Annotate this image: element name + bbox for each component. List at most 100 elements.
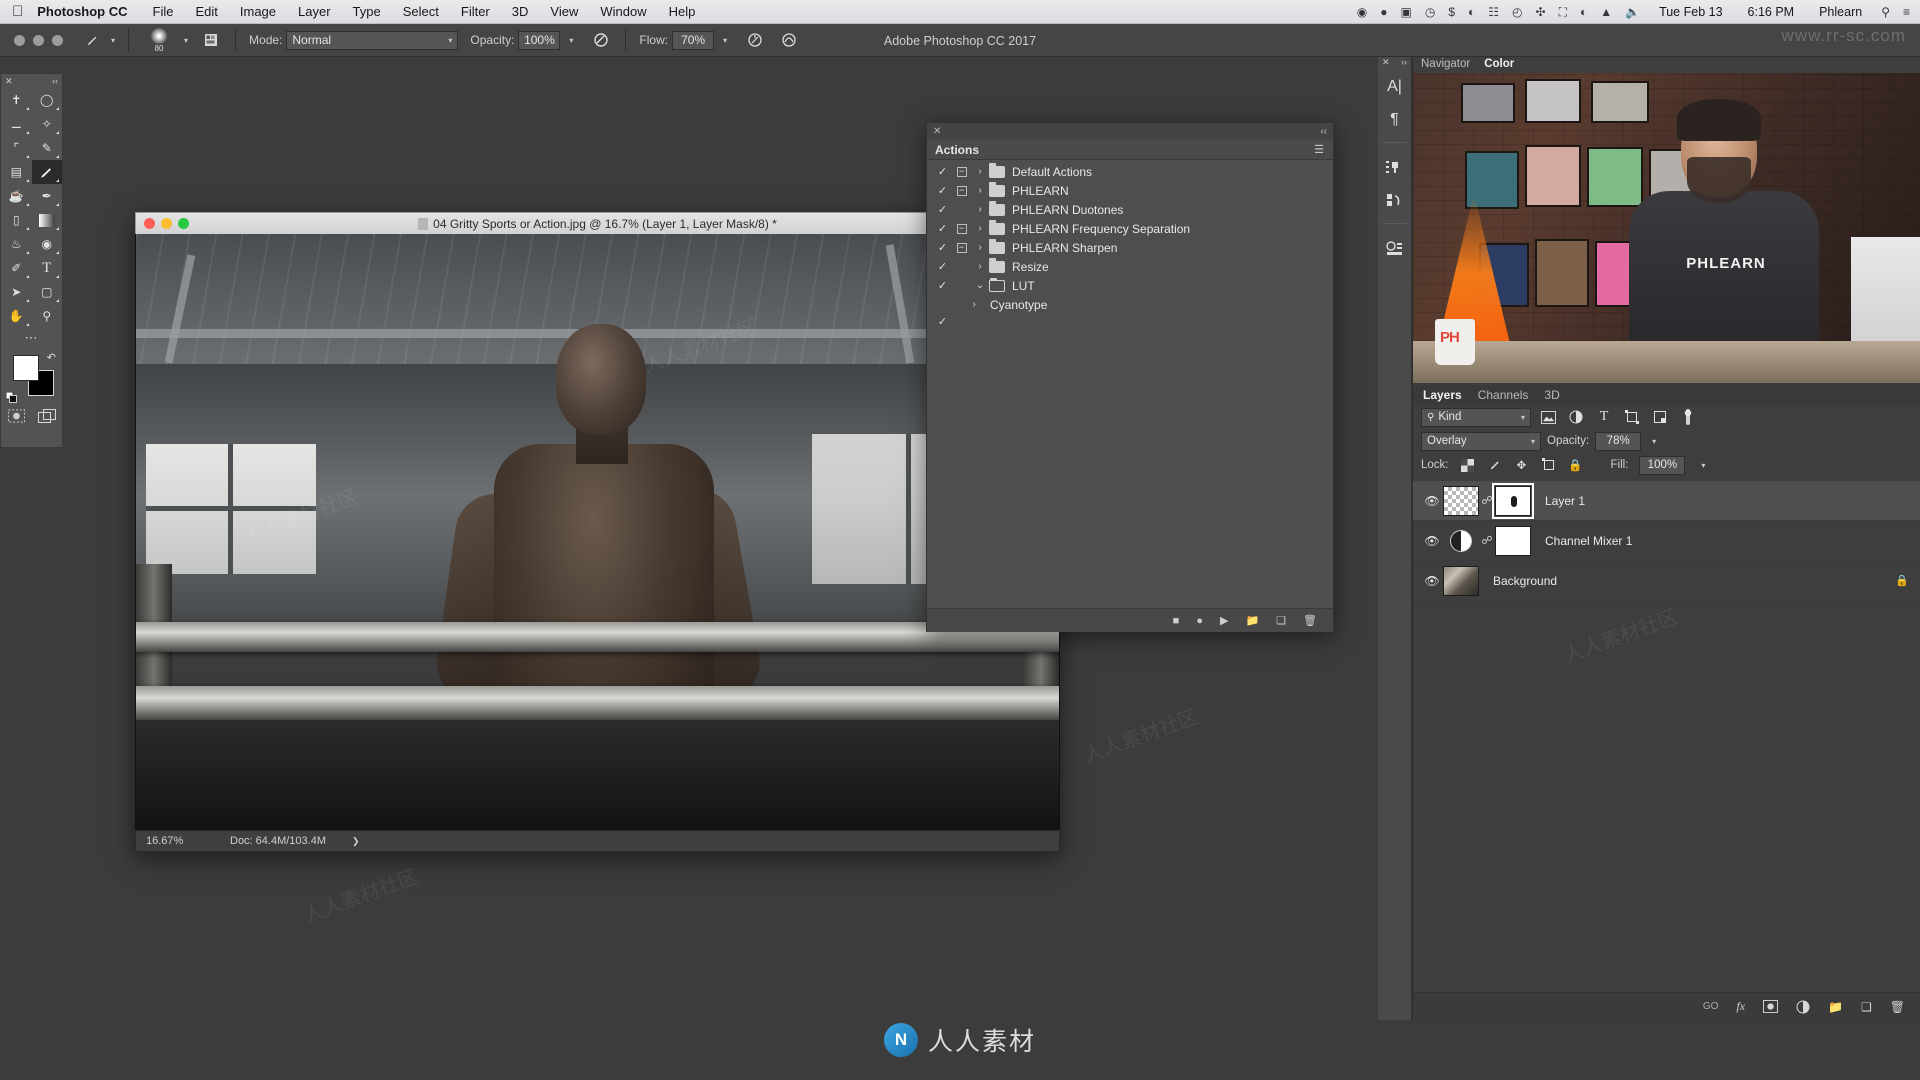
crop-tool[interactable]: ⌜	[1, 136, 32, 160]
menu-time[interactable]: 6:16 PM	[1742, 5, 1801, 19]
action-toggle-checkbox[interactable]: ✓	[933, 279, 952, 292]
close-icon[interactable]: ✕	[5, 76, 13, 87]
info-icon[interactable]	[1381, 234, 1409, 264]
dropbox-icon[interactable]: ◉	[1357, 6, 1367, 18]
menu-item-3d[interactable]: 3D	[501, 4, 540, 19]
layer-name[interactable]: Channel Mixer 1	[1531, 534, 1632, 548]
action-set-row[interactable]: ✓ − › PHLEARN Sharpen	[927, 238, 1333, 257]
eyedropper-tool[interactable]: ✎	[32, 136, 63, 160]
layer-visibility-icon[interactable]: 👁	[1421, 494, 1443, 508]
new-adjustment-icon[interactable]	[1796, 1000, 1810, 1014]
action-set-row[interactable]: ✓ › PHLEARN Duotones	[927, 200, 1333, 219]
lock-artboard-icon[interactable]	[1541, 456, 1557, 474]
layer-mask-thumbnail[interactable]	[1492, 482, 1534, 519]
layer-mask-thumbnail[interactable]	[1495, 525, 1531, 556]
chevron-down-icon[interactable]: ▾	[180, 36, 188, 45]
layer-visibility-icon[interactable]: 👁	[1421, 574, 1443, 588]
action-toggle-checkbox[interactable]: ✓	[933, 203, 952, 216]
menu-item-image[interactable]: Image	[229, 4, 287, 19]
close-button[interactable]	[144, 218, 155, 229]
menu-date[interactable]: Tue Feb 13	[1653, 5, 1728, 19]
tab-navigator[interactable]: Navigator	[1421, 58, 1470, 70]
record-icon[interactable]: ●	[1196, 615, 1203, 627]
action-dialog-toggle[interactable]: −	[952, 185, 971, 196]
brush-tool-preset[interactable]: ▾	[75, 29, 121, 51]
fill-input[interactable]: 100%	[1639, 455, 1686, 475]
action-toggle-checkbox[interactable]: ✓	[933, 260, 952, 273]
display-icon[interactable]: ▣	[1400, 6, 1411, 18]
minimize-button[interactable]	[33, 34, 44, 46]
chevron-down-icon[interactable]: ▾	[107, 36, 115, 45]
clone-stamp-tool[interactable]: ☕	[1, 184, 32, 208]
document-window-controls[interactable]	[136, 218, 189, 229]
action-toggle-checkbox[interactable]: ✓	[933, 315, 952, 328]
path-selection-tool[interactable]: ➤	[1, 280, 32, 304]
grid-icon[interactable]: ☷	[1488, 6, 1499, 18]
clock-icon[interactable]: ◴	[1512, 6, 1522, 18]
delete-icon[interactable]: 🗑	[1303, 614, 1317, 627]
menu-item-view[interactable]: View	[539, 4, 589, 19]
layer-thumbnail[interactable]	[1443, 485, 1479, 516]
action-row[interactable]: › Cyanotype	[927, 295, 1333, 314]
paragraph-icon[interactable]: ¶	[1381, 105, 1409, 135]
pixel-filter-icon[interactable]	[1537, 407, 1559, 427]
minimize-button[interactable]	[161, 218, 172, 229]
app-window-controls[interactable]	[8, 34, 75, 46]
eject-icon[interactable]: ▲	[1600, 6, 1612, 18]
layer-comps-icon[interactable]	[1381, 153, 1409, 183]
quick-mask-icon[interactable]	[1, 405, 32, 427]
filter-kind-select[interactable]: ⚲ Kind ▾	[1421, 407, 1531, 427]
menu-item-layer[interactable]: Layer	[287, 4, 342, 19]
menu-item-window[interactable]: Window	[589, 4, 657, 19]
type-filter-icon[interactable]: T	[1593, 407, 1615, 427]
adjustment-layer-thumbnail[interactable]	[1450, 529, 1472, 552]
action-set-row[interactable]: ✓ − › PHLEARN Frequency Separation	[927, 219, 1333, 238]
chevron-right-icon[interactable]: ›	[971, 242, 989, 253]
stop-icon[interactable]: ■	[1173, 615, 1180, 627]
layer-name[interactable]: Background	[1479, 574, 1557, 588]
opacity-input[interactable]: 100%	[518, 30, 561, 50]
filter-toggle-icon[interactable]	[1677, 407, 1699, 427]
history-icon[interactable]	[1381, 186, 1409, 216]
action-set-row[interactable]: ✓ ⌄ LUT	[927, 276, 1333, 295]
lock-transparency-icon[interactable]	[1460, 456, 1476, 474]
action-dialog-toggle[interactable]: −	[952, 223, 971, 234]
foreground-color-swatch[interactable]	[13, 355, 39, 381]
zoom-button[interactable]	[52, 34, 63, 46]
magic-wand-tool[interactable]: ✧	[32, 112, 63, 136]
document-canvas[interactable]	[135, 234, 1060, 830]
layer-row[interactable]: 👁 ☍ Channel Mixer 1	[1413, 521, 1920, 561]
chevron-right-icon[interactable]: ›	[971, 223, 989, 234]
menu-user[interactable]: Phlearn	[1813, 5, 1868, 19]
tab-3d[interactable]: 3D	[1544, 388, 1559, 402]
zoom-tool[interactable]: ⚲	[32, 304, 63, 328]
rectangle-tool[interactable]: ▢	[32, 280, 63, 304]
chevron-right-icon[interactable]: ❯	[326, 836, 360, 847]
more-tools-icon[interactable]: ⋯	[1, 328, 62, 349]
type-tool[interactable]: T	[32, 256, 63, 280]
chevron-right-icon[interactable]: ›	[971, 185, 989, 196]
menu-item-help[interactable]: Help	[658, 4, 707, 19]
lock-position-icon[interactable]: ✥	[1514, 456, 1530, 474]
add-mask-icon[interactable]	[1763, 1000, 1778, 1013]
character-icon[interactable]: A|	[1381, 72, 1409, 102]
layer-visibility-icon[interactable]: 👁	[1421, 534, 1443, 548]
collapse-icon[interactable]: ‹‹	[1320, 126, 1327, 137]
menu-item-file[interactable]: File	[142, 4, 185, 19]
link-layers-button[interactable]: GO	[1703, 1001, 1719, 1012]
gradient-tool[interactable]	[32, 208, 63, 232]
blur-tool[interactable]: ♨	[1, 232, 32, 256]
action-toggle-checkbox[interactable]: ✓	[933, 241, 952, 254]
flow-input[interactable]: 70%	[672, 30, 715, 50]
adjustment-filter-icon[interactable]	[1565, 407, 1587, 427]
tab-actions[interactable]: Actions	[935, 143, 979, 157]
action-set-row[interactable]: ✓ − › PHLEARN	[927, 181, 1333, 200]
eraser-tool[interactable]: ▯	[1, 208, 32, 232]
action-toggle-checkbox[interactable]: ✓	[933, 165, 952, 178]
layer-name[interactable]: Layer 1	[1531, 494, 1585, 508]
menu-item-edit[interactable]: Edit	[184, 4, 228, 19]
chevron-down-icon[interactable]: ⌄	[971, 280, 989, 291]
menu-item-type[interactable]: Type	[342, 4, 392, 19]
action-dialog-toggle[interactable]: −	[952, 242, 971, 253]
smoothing-button[interactable]	[772, 29, 806, 51]
